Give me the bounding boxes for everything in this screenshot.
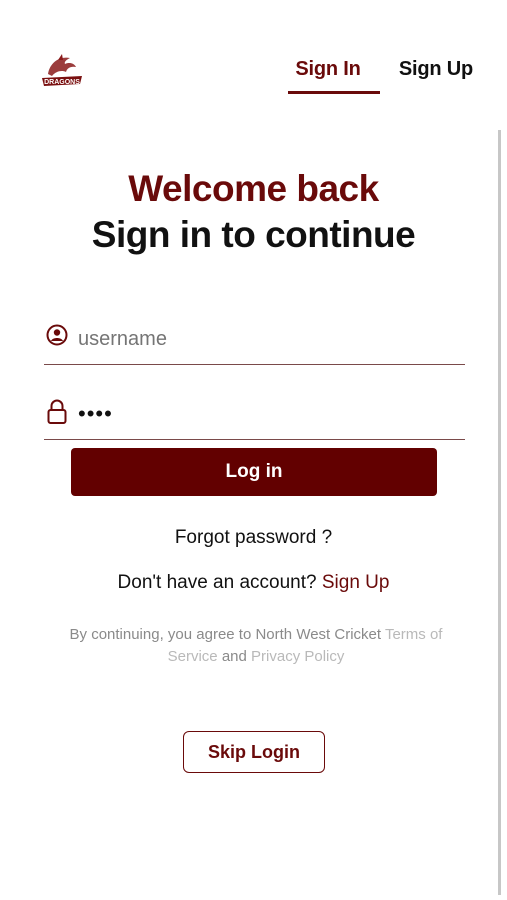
no-account-text: Don't have an account? bbox=[117, 572, 317, 593]
sign-up-link[interactable]: Sign Up bbox=[322, 572, 390, 593]
skip-login-button[interactable]: Skip Login bbox=[183, 731, 325, 773]
auth-tabs: Sign In Sign Up bbox=[273, 58, 473, 98]
terms-notice: By continuing, you agree to North West C… bbox=[60, 624, 452, 668]
forgot-password-link[interactable]: Forgot password ? bbox=[0, 527, 507, 549]
terms-and: and bbox=[221, 648, 247, 665]
password-field bbox=[44, 397, 465, 440]
page-subtitle: Sign in to continue bbox=[91, 214, 416, 255]
login-button[interactable]: Log in bbox=[71, 448, 437, 496]
no-account-row: Don't have an account? Sign Up bbox=[0, 572, 507, 594]
dragons-logo: DRAGONS bbox=[38, 50, 86, 94]
tab-sign-in[interactable]: Sign In bbox=[283, 58, 373, 81]
user-circle-icon bbox=[46, 324, 68, 348]
username-input[interactable] bbox=[78, 322, 458, 356]
tab-sign-up[interactable]: Sign Up bbox=[399, 58, 473, 81]
logo-text: DRAGONS bbox=[44, 79, 80, 86]
terms-prefix: By continuing, you agree to North West C… bbox=[69, 626, 382, 643]
welcome-heading: Welcome back bbox=[128, 168, 379, 209]
privacy-policy-link[interactable]: Privacy Policy bbox=[251, 648, 344, 665]
username-field bbox=[44, 322, 465, 365]
password-input[interactable] bbox=[78, 397, 458, 431]
lock-icon bbox=[46, 399, 68, 424]
active-tab-indicator bbox=[288, 91, 380, 94]
